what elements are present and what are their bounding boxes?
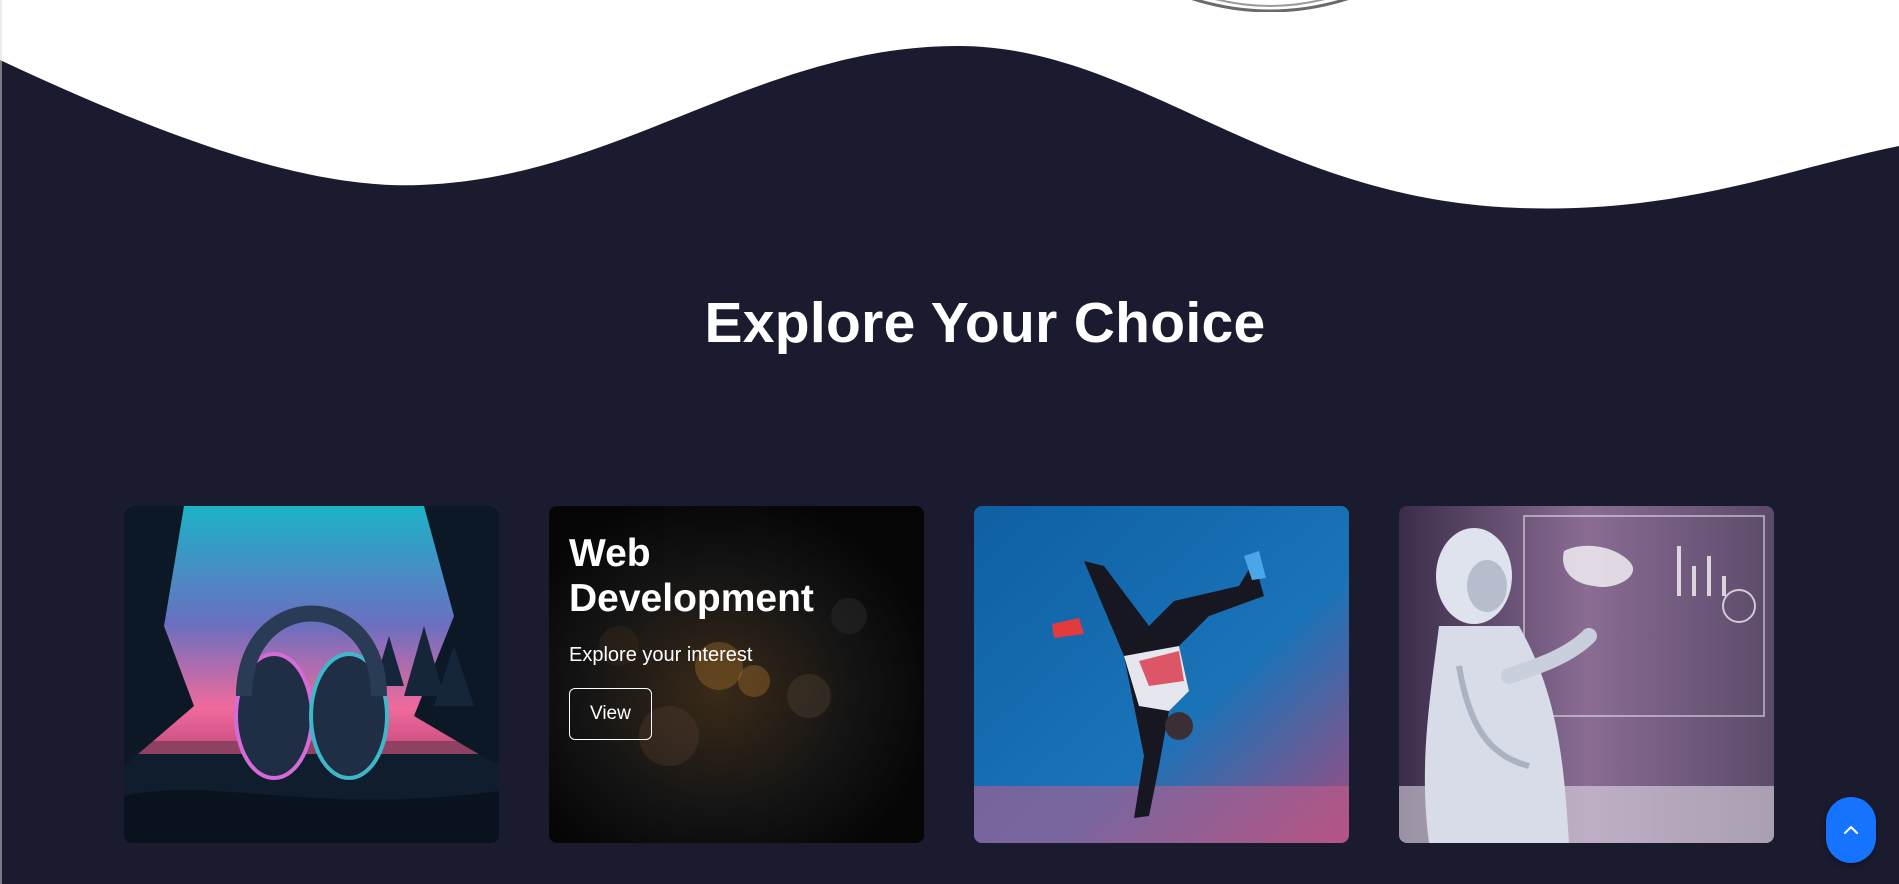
explore-section: Explore Your Choice Web Development Expl… bbox=[0, 0, 1899, 884]
card-overlay: Web Development Explore your interest Vi… bbox=[549, 506, 924, 843]
card-music[interactable] bbox=[124, 506, 499, 843]
card-ai[interactable] bbox=[1399, 506, 1774, 843]
scroll-to-top-button[interactable] bbox=[1826, 797, 1876, 863]
page: Explore Your Choice Web Development Expl… bbox=[0, 0, 1899, 884]
robot-image bbox=[1399, 506, 1774, 843]
view-button[interactable]: View bbox=[569, 687, 652, 740]
breakdancer-image bbox=[974, 506, 1349, 843]
card-subtitle: Explore your interest bbox=[569, 643, 753, 666]
card-web-development[interactable]: Web Development Explore your interest Vi… bbox=[549, 506, 924, 843]
chevron-up-icon bbox=[1844, 826, 1858, 834]
card-dance[interactable] bbox=[974, 506, 1349, 843]
card-title: Web Development bbox=[569, 532, 814, 620]
headphones-image bbox=[124, 506, 499, 843]
section-title: Explore Your Choice bbox=[704, 291, 1266, 355]
